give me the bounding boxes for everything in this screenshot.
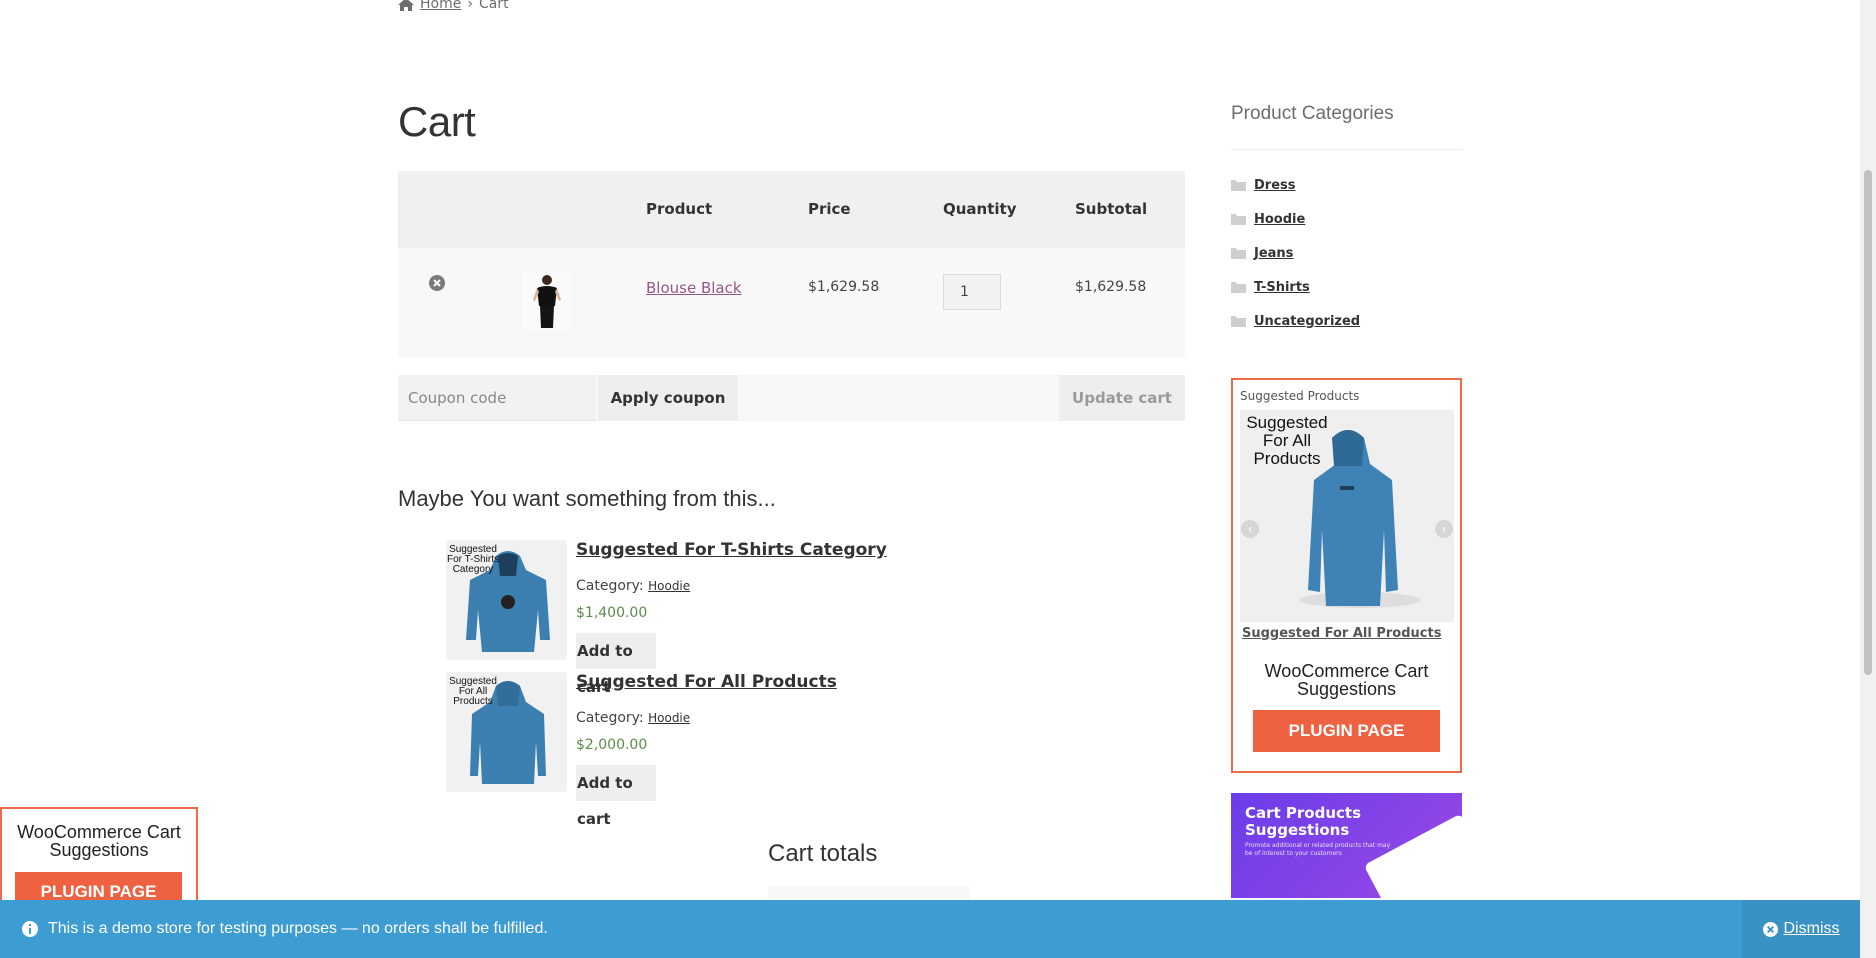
folder-icon <box>1231 214 1246 225</box>
page-scrollbar[interactable] <box>1860 0 1876 958</box>
suggested-product-category: Category: Hoodie <box>576 710 690 726</box>
category-item: Jeans <box>1231 236 1360 270</box>
category-label: Category: <box>576 578 644 594</box>
widget-product-link[interactable]: Suggested For All Products <box>1242 626 1441 641</box>
add-to-cart-button[interactable]: Add to cart <box>576 765 656 828</box>
breadcrumb: Home › Cart <box>398 0 509 12</box>
info-icon <box>22 921 38 937</box>
category-link-hoodie[interactable]: Hoodie <box>1254 212 1305 227</box>
list-item: Suggested For T-Shirts Category Suggeste… <box>446 540 1046 696</box>
update-cart-button[interactable]: Update cart <box>1059 375 1185 421</box>
cart-actions: Coupon code Apply coupon Update cart <box>398 375 1185 421</box>
image-caption: Suggested For All Products <box>449 676 497 707</box>
dismiss-label: Dismiss <box>1783 920 1840 937</box>
slide-caption: Suggested For All Products <box>1246 413 1328 468</box>
add-to-cart-button[interactable]: Add to cart <box>576 633 656 696</box>
product-slider[interactable]: Suggested For All Products ‹ › <box>1240 410 1454 622</box>
notice-text: This is a demo store for testing purpose… <box>48 920 548 937</box>
plugin-name: WooCommerce Cart Suggestions <box>1264 661 1429 699</box>
suggested-product-price: $1,400.00 <box>576 605 648 621</box>
widget-title: Suggested Products <box>1240 389 1360 403</box>
breadcrumb-home-link[interactable]: Home <box>420 0 461 12</box>
close-icon <box>1762 921 1778 937</box>
promo-text: Promote additional or related products t… <box>1245 842 1391 857</box>
category-list: Dress Hoodie Jeans T-Shirts Uncategorize… <box>1231 168 1360 338</box>
suggested-product-price: $2,000.00 <box>576 737 648 753</box>
quantity-input[interactable]: 1 <box>943 274 1001 310</box>
breadcrumb-current: Cart <box>478 0 509 12</box>
divider <box>1231 149 1462 150</box>
list-item: Suggested For All Products Suggested For… <box>446 672 1046 828</box>
category-item: Dress <box>1231 168 1360 202</box>
product-price: $1,629.58 <box>808 279 880 295</box>
category-link[interactable]: Hoodie <box>648 579 690 593</box>
promo-title: Cart Products Suggestions <box>1245 804 1362 839</box>
header-product: Product <box>646 200 713 218</box>
folder-icon <box>1231 316 1246 327</box>
folder-icon <box>1231 282 1246 293</box>
home-icon <box>398 0 414 11</box>
suggested-product-title[interactable]: Suggested For T-Shirts Category <box>576 540 887 560</box>
folder-icon <box>1231 180 1246 191</box>
category-item: Uncategorized <box>1231 304 1360 338</box>
suggested-product-title[interactable]: Suggested For All Products <box>576 672 837 692</box>
table-row: Blouse Black $1,629.58 1 $1,629.58 <box>398 248 1185 357</box>
category-label: Category: <box>576 710 644 726</box>
header-quantity: Quantity <box>943 200 1017 218</box>
scrollbar-thumb[interactable] <box>1864 170 1872 675</box>
suggested-product-category: Category: Hoodie <box>576 578 690 594</box>
image-caption: Suggested For T-Shirts Category <box>446 544 500 575</box>
cart-totals-heading: Cart totals <box>768 840 878 867</box>
promo-banner[interactable]: Cart Products Suggestions Promote additi… <box>1231 793 1462 898</box>
category-item: T-Shirts <box>1231 270 1360 304</box>
cart-table: Product Price Quantity Subtotal Blouse B… <box>398 171 1185 357</box>
category-link-tshirts[interactable]: T-Shirts <box>1254 280 1310 295</box>
product-subtotal: $1,629.58 <box>1075 279 1147 295</box>
cart-table-header: Product Price Quantity Subtotal <box>398 171 1185 248</box>
category-link-jeans[interactable]: Jeans <box>1254 246 1293 261</box>
chevron-right-icon[interactable]: › <box>1435 520 1453 538</box>
category-link-uncategorized[interactable]: Uncategorized <box>1254 314 1360 329</box>
header-price: Price <box>808 200 851 218</box>
apply-coupon-button[interactable]: Apply coupon <box>598 375 738 421</box>
category-link[interactable]: Hoodie <box>648 711 690 725</box>
product-link[interactable]: Blouse Black <box>646 279 742 297</box>
page-title: Cart <box>398 98 476 145</box>
folder-icon <box>1231 248 1246 259</box>
remove-item-icon[interactable] <box>429 275 445 291</box>
plugin-name: WooCommerce Cart Suggestions <box>17 822 181 860</box>
store-notice: This is a demo store for testing purpose… <box>0 900 1860 958</box>
product-thumbnail[interactable] <box>523 272 571 332</box>
chevron-left-icon[interactable]: ‹ <box>1241 520 1259 538</box>
suggested-products-widget: Suggested Products Suggested For All Pro… <box>1231 378 1462 773</box>
suggested-product-image[interactable]: Suggested For All Products <box>446 672 567 792</box>
coupon-input[interactable]: Coupon code <box>398 375 596 421</box>
cart-page: Home › Cart Cart Product Price Quantity … <box>0 0 1876 958</box>
category-item: Hoodie <box>1231 202 1360 236</box>
plugin-page-button[interactable]: PLUGIN PAGE <box>1253 710 1440 752</box>
header-subtotal: Subtotal <box>1075 200 1148 218</box>
suggested-product-image[interactable]: Suggested For T-Shirts Category <box>446 540 567 660</box>
suggestions-heading: Maybe You want something from this... <box>398 486 776 511</box>
category-link-dress[interactable]: Dress <box>1254 178 1296 193</box>
product-categories-title: Product Categories <box>1231 103 1394 124</box>
breadcrumb-separator: › <box>467 0 473 12</box>
dismiss-button[interactable]: Dismiss <box>1742 900 1860 958</box>
